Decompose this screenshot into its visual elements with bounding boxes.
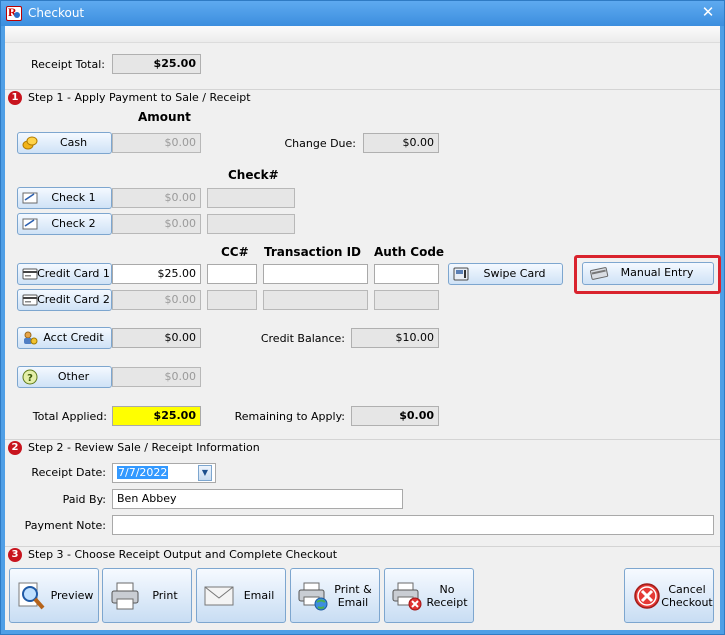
credit-card2-auth-code[interactable]	[374, 290, 439, 310]
step3-badge: 3	[8, 548, 22, 562]
auth-code-header: Auth Code	[374, 245, 445, 259]
no-receipt-label: No Receipt	[426, 582, 468, 609]
receipt-total-value: $25.00	[112, 54, 201, 74]
window-title: Checkout	[28, 6, 85, 20]
check1-amount[interactable]: $0.00	[112, 188, 201, 208]
receipt-date-value: 7/7/2022	[117, 466, 169, 479]
credit-card2-amount[interactable]: $0.00	[112, 290, 201, 310]
chevron-down-icon[interactable]: ▼	[198, 465, 212, 481]
payment-note-field[interactable]	[112, 515, 714, 535]
check2-number[interactable]	[207, 214, 295, 234]
change-due-value: $0.00	[363, 133, 439, 153]
check2-amount[interactable]: $0.00	[112, 214, 201, 234]
paid-by-label: Paid By:	[62, 493, 106, 506]
credit-card2-transaction-id[interactable]	[263, 290, 368, 310]
print-label: Print	[152, 589, 178, 602]
step3-header: 3 Step 3 - Choose Receipt Output and Com…	[5, 546, 720, 562]
remaining-value: $0.00	[351, 406, 439, 426]
top-band	[5, 26, 720, 43]
envelope-icon	[204, 586, 234, 606]
check1-number[interactable]	[207, 188, 295, 208]
close-icon[interactable]: ✕	[699, 3, 717, 21]
credit-card1-transaction-id[interactable]	[263, 264, 368, 284]
print-email-label: Print & Email	[334, 582, 372, 609]
check-pen-icon	[22, 192, 38, 204]
account-credit-icon	[24, 331, 38, 345]
checkout-window: Checkout ✕ Receipt Total: $25.00 1 Step …	[0, 0, 725, 635]
no-receipt-button[interactable]: No Receipt	[384, 568, 474, 623]
step1-title: Step 1 - Apply Payment to Sale / Receipt	[28, 91, 251, 104]
paid-by-field[interactable]: Ben Abbey	[112, 489, 403, 509]
credit-card1-ccnum[interactable]	[207, 264, 257, 284]
checkout-body: Receipt Total: $25.00 1 Step 1 - Apply P…	[5, 26, 721, 630]
credit-card1-auth-code[interactable]	[374, 264, 439, 284]
acct-credit-amount[interactable]: $0.00	[112, 328, 201, 348]
print-email-button[interactable]: Print & Email	[290, 568, 380, 623]
total-applied-value: $25.00	[112, 406, 201, 426]
step1-header: 1 Step 1 - Apply Payment to Sale / Recei…	[5, 89, 720, 105]
total-applied-label: Total Applied:	[32, 410, 107, 423]
check1-button[interactable]: Check 1	[17, 187, 112, 209]
svg-text:?: ?	[27, 373, 33, 384]
credit-balance-label: Credit Balance:	[260, 332, 345, 345]
check-pen-icon	[22, 218, 38, 230]
step2-title: Step 2 - Review Sale / Receipt Informati…	[28, 441, 260, 454]
amount-header: Amount	[138, 110, 191, 124]
cc-number-header: CC#	[221, 245, 249, 259]
app-logo-icon	[6, 5, 22, 21]
credit-balance-value: $10.00	[351, 328, 439, 348]
printer-globe-icon	[298, 582, 328, 611]
cancel-checkout-button[interactable]: Cancel Checkout	[624, 568, 714, 623]
remaining-label: Remaining to Apply:	[234, 410, 345, 423]
check-number-header: Check#	[228, 168, 279, 182]
email-button[interactable]: Email	[196, 568, 286, 623]
card-hand-icon	[590, 267, 609, 280]
title-bar: Checkout ✕	[1, 1, 724, 26]
preview-label: Preview	[50, 589, 94, 602]
credit-card2-button[interactable]: Credit Card 2	[17, 289, 112, 311]
credit-card2-ccnum[interactable]	[207, 290, 257, 310]
receipt-total-label: Receipt Total:	[31, 58, 105, 71]
manual-entry-button[interactable]: Manual Entry	[582, 262, 714, 285]
step3-title: Step 3 - Choose Receipt Output and Compl…	[28, 548, 338, 561]
swipe-card-button[interactable]: Swipe Card	[448, 263, 563, 285]
transaction-id-header: Transaction ID	[264, 245, 362, 259]
step1-badge: 1	[8, 91, 22, 105]
cash-button[interactable]: Cash	[17, 132, 112, 154]
email-label: Email	[243, 589, 275, 602]
change-due-label: Change Due:	[284, 137, 356, 150]
credit-card1-button[interactable]: Credit Card 1	[17, 263, 112, 285]
receipt-date-label: Receipt Date:	[31, 466, 106, 479]
print-button[interactable]: Print	[102, 568, 192, 623]
cancel-circle-icon	[634, 583, 660, 609]
cancel-checkout-label: Cancel Checkout	[661, 582, 713, 609]
step2-header: 2 Step 2 - Review Sale / Receipt Informa…	[5, 439, 720, 455]
credit-card1-amount[interactable]: $25.00	[112, 264, 201, 284]
other-button[interactable]: ? Other	[17, 366, 112, 388]
other-amount[interactable]: $0.00	[112, 367, 201, 387]
question-icon: ?	[22, 369, 38, 385]
preview-button[interactable]: Preview	[9, 568, 99, 623]
credit-card-icon	[22, 294, 38, 306]
step2-badge: 2	[8, 441, 22, 455]
cash-amount[interactable]: $0.00	[112, 133, 201, 153]
coins-icon	[22, 136, 38, 150]
credit-card-icon	[22, 268, 38, 280]
acct-credit-button[interactable]: Acct Credit	[17, 327, 112, 349]
magnifier-document-icon	[18, 582, 45, 610]
payment-note-label: Payment Note:	[24, 519, 106, 532]
printer-icon	[111, 582, 139, 610]
printer-no-icon	[392, 582, 422, 611]
check2-button[interactable]: Check 2	[17, 213, 112, 235]
card-reader-icon	[453, 267, 469, 281]
